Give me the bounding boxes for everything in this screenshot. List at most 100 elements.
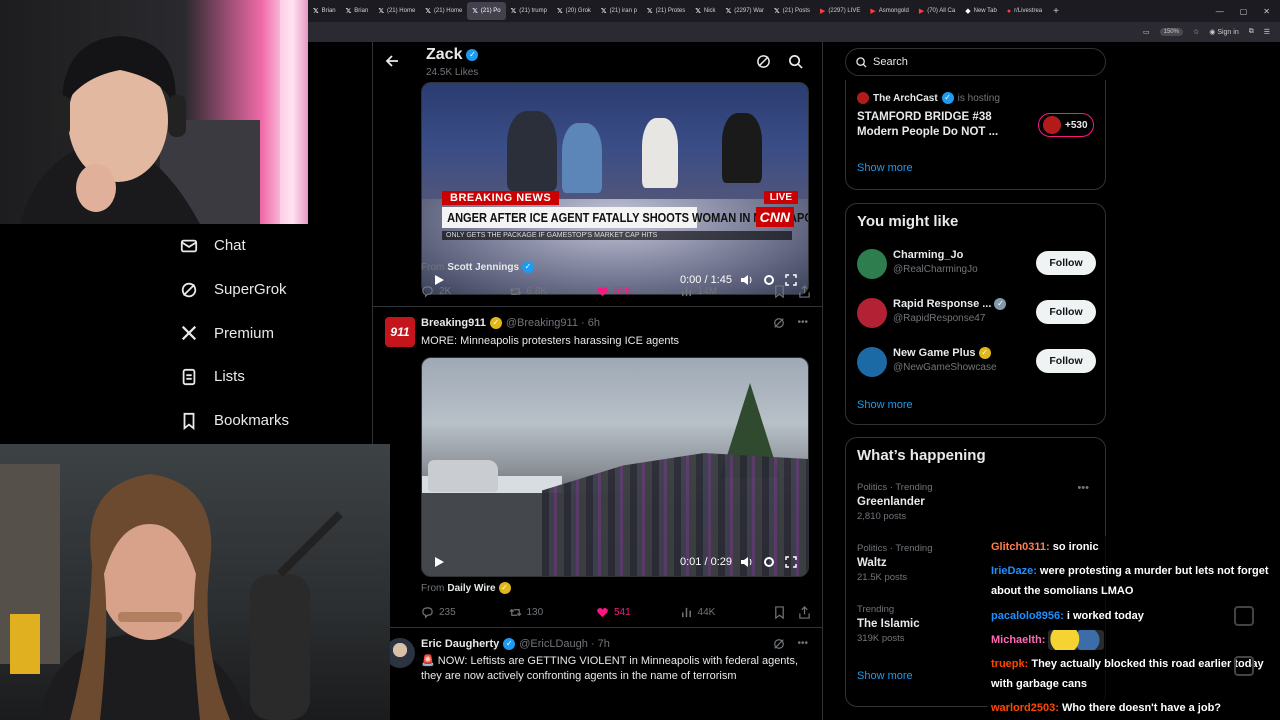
account-name[interactable]: Charming_Jo [893, 249, 963, 261]
bookmark-icon[interactable] [773, 284, 786, 298]
browser-tab[interactable]: 𝕏 (21) trump [506, 2, 552, 20]
nav-item-supergrok[interactable]: SuperGrok [180, 268, 370, 312]
author-handle[interactable]: @Breaking911 · 6h [506, 317, 600, 329]
video-player-protest[interactable]: 0:01 / 0:29 [421, 357, 809, 577]
browser-tab[interactable]: 𝕏 (2297) War [721, 2, 769, 20]
reply-button[interactable]: 235 [421, 606, 509, 619]
author-name[interactable]: Breaking911 [421, 317, 486, 329]
zoom-indicator[interactable]: 150% [1159, 28, 1183, 36]
extensions-icon[interactable]: ⧉ [1249, 28, 1254, 36]
live-label: LIVE [763, 191, 798, 204]
grok-icon[interactable] [773, 638, 785, 650]
search-input[interactable]: Search [845, 48, 1106, 76]
nav-item-lists[interactable]: Lists [180, 355, 370, 399]
chat-username[interactable]: pacalolo8956: [991, 610, 1064, 622]
attribution-name[interactable]: Daily Wire [447, 583, 495, 594]
browser-tab[interactable]: ▶ (70) All Ca [914, 2, 960, 20]
back-arrow-icon[interactable] [385, 54, 399, 68]
chat-message: Michaelth: [991, 630, 1276, 651]
nav-item-premium[interactable]: Premium [180, 311, 370, 355]
host-name[interactable]: The ArchCast [873, 93, 938, 104]
live-space-card[interactable]: The ArchCast ✓ is hosting STAMFORD BRIDG… [845, 80, 1106, 190]
x-logo-icon: 𝕏 [774, 8, 780, 15]
share-icon[interactable] [798, 605, 811, 619]
account-name[interactable]: New Game Plus ✓ [893, 347, 991, 359]
new-tab-icon[interactable]: + [1053, 6, 1059, 17]
browser-tab[interactable]: 𝕏 Nick [690, 2, 720, 20]
minimize-icon[interactable]: — [1216, 7, 1224, 16]
browser-tab[interactable]: 𝕏 Brian [308, 2, 341, 20]
chat-username[interactable]: IrieDaze: [991, 565, 1037, 577]
author-handle[interactable]: @EricLDaugh · 7h [519, 638, 610, 650]
follow-suggestion[interactable]: Charming_Jo @RealCharmingJo Follow [857, 247, 1097, 281]
trend-item[interactable]: Politics · Trending Greenlander 2,810 po… [857, 482, 1097, 522]
nav-item-chat[interactable]: Chat [180, 224, 370, 268]
reply-button[interactable]: 2K [421, 285, 509, 298]
follow-suggestion[interactable]: New Game Plus ✓ @NewGameShowcase Follow [857, 345, 1097, 379]
browser-tab[interactable]: ● r/Livestrea [1002, 2, 1047, 20]
show-more-link[interactable]: Show more [857, 399, 913, 411]
sign-in-label[interactable]: Sign in [1217, 29, 1238, 36]
chat-username[interactable]: Glitch0311: [991, 541, 1050, 553]
video-attribution: From Scott Jennings ✓ [421, 261, 535, 273]
account-icon[interactable]: ◉ Sign in [1209, 28, 1238, 36]
browser-tab[interactable]: 𝕏 Brian [341, 2, 374, 20]
browser-tab[interactable]: ▶ Asmongold [865, 2, 913, 20]
bookmark-icon [183, 412, 195, 430]
show-more-link[interactable]: Show more [857, 162, 913, 174]
search-icon[interactable] [788, 54, 803, 69]
more-options-icon[interactable]: ••• [797, 638, 808, 650]
browser-tab[interactable]: 𝕏 (21) Posts [769, 2, 815, 20]
author-name[interactable]: Eric Daugherty [421, 638, 499, 650]
more-options-icon[interactable]: ••• [1077, 482, 1089, 494]
fullscreen-icon[interactable] [784, 555, 798, 569]
settings-gear-icon[interactable] [762, 555, 776, 569]
avatar[interactable]: 911 [385, 317, 415, 347]
avatar[interactable] [857, 298, 887, 328]
bookmark-icon[interactable] [773, 605, 786, 619]
who-to-follow-panel: You might like Charming_Jo @RealCharming… [845, 203, 1106, 425]
follow-button[interactable]: Follow [1036, 251, 1096, 275]
show-more-link[interactable]: Show more [857, 670, 913, 682]
menu-icon[interactable]: ☰ [1264, 28, 1270, 36]
account-name[interactable]: Rapid Response ... ✓ [893, 298, 1007, 310]
browser-tab[interactable]: 𝕏 (21) Home [373, 2, 420, 20]
star-icon[interactable]: ☆ [1193, 28, 1199, 36]
browser-tab[interactable]: 𝕏 (21) Protes [642, 2, 690, 20]
follow-button[interactable]: Follow [1036, 349, 1096, 373]
chat-username[interactable]: warlord2503: [991, 702, 1059, 714]
like-button[interactable]: 541 [596, 606, 680, 619]
reader-icon[interactable]: ▭ [1143, 28, 1150, 36]
browser-tab[interactable]: 𝕏 (21) iran p [596, 2, 642, 20]
browser-tab[interactable]: 𝕏 (21) Po [467, 2, 506, 20]
grok-icon[interactable] [756, 54, 771, 69]
news-headline: ANGER AFTER ICE AGENT FATALLY SHOOTS WOM… [442, 207, 808, 228]
share-icon[interactable] [798, 284, 811, 298]
browser-tab[interactable]: 𝕏 (21) Home [420, 2, 467, 20]
follow-button[interactable]: Follow [1036, 300, 1096, 324]
repost-button[interactable]: 6.8K [509, 285, 597, 298]
avatar[interactable] [857, 249, 887, 279]
space-title[interactable]: STAMFORD BRIDGE #38 Modern People Do NOT… [857, 110, 1017, 140]
browser-tab[interactable]: ▶ (2297) LIVE [815, 2, 865, 20]
browser-tab[interactable]: 𝕏 (20) Grok [552, 2, 596, 20]
chat-username[interactable]: Michaelth: [991, 634, 1045, 646]
space-listeners[interactable]: +530 [1038, 113, 1094, 137]
views-button[interactable]: 44K [680, 606, 773, 619]
repost-button[interactable]: 130 [509, 606, 597, 619]
like-button[interactable]: 52K [596, 285, 680, 298]
avatar[interactable] [857, 347, 887, 377]
maximize-icon[interactable]: ▢ [1240, 7, 1248, 16]
grok-icon[interactable] [773, 317, 785, 329]
play-icon[interactable] [432, 555, 446, 569]
chat-text: i worked today [1066, 610, 1144, 622]
chat-username[interactable]: truepk: [991, 658, 1028, 670]
views-button[interactable]: 14M [680, 285, 773, 298]
volume-icon[interactable] [740, 555, 754, 569]
follow-suggestion[interactable]: Rapid Response ... ✓ @RapidResponse47 Fol… [857, 296, 1097, 330]
nav-item-bookmarks[interactable]: Bookmarks [180, 399, 370, 443]
close-icon[interactable]: ✕ [1263, 7, 1270, 16]
more-options-icon[interactable]: ••• [797, 317, 808, 329]
browser-tab[interactable]: ◆ New Tab [960, 2, 1002, 20]
attribution-name[interactable]: Scott Jennings [447, 262, 519, 273]
